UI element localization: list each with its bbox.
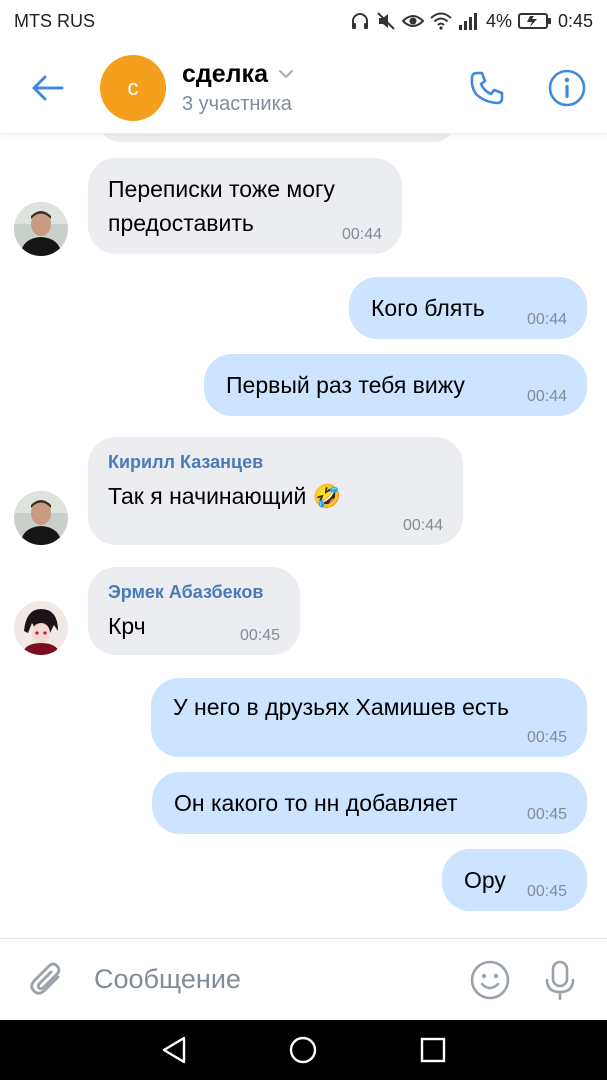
voice-button[interactable] [525, 939, 595, 1021]
message-text: Он какого то нн добавляет [174, 790, 458, 816]
message-text: У него в друзьях Хамишев есть [173, 694, 509, 720]
message-bubble-partial[interactable] [100, 134, 454, 142]
call-button[interactable] [447, 42, 527, 134]
sender-name[interactable]: Кирилл Казанцев [108, 451, 443, 473]
message-text: Первый раз тебя вижу [226, 372, 465, 398]
message-text: предоставить [108, 210, 254, 236]
message-text: Так я начинающий 🤣 [108, 483, 342, 509]
chat-title: сделка [182, 59, 268, 88]
message-bubble[interactable]: Первый раз тебя вижу 00:44 [204, 354, 587, 416]
user-avatar-1[interactable] [14, 202, 68, 256]
message-time: 00:44 [341, 226, 382, 243]
message-bubble[interactable]: Он какого то нн добавляет 00:45 [152, 772, 587, 834]
carrier-label: MTS RUS [14, 10, 95, 31]
message-bubble[interactable]: Кого блять 00:44 [349, 277, 587, 339]
message-time: 00:44 [526, 311, 567, 328]
headphones-icon [351, 13, 368, 29]
message-time: 00:45 [526, 806, 567, 823]
message-input[interactable]: Сообщение [94, 964, 455, 995]
smile-icon [470, 960, 510, 999]
chevron-down-icon [278, 69, 294, 79]
paperclip-icon [30, 962, 61, 995]
battery-icon [517, 13, 551, 29]
message-time: 00:45 [526, 883, 567, 900]
message-time: 00:45 [239, 627, 280, 644]
status-bar: MTS RUS 4% 0:45 [0, 0, 607, 42]
message-time: 00:44 [526, 388, 567, 405]
chat-participants: 3 участника [182, 92, 292, 115]
info-icon [548, 69, 586, 106]
info-button[interactable] [527, 42, 607, 134]
nav-home-icon[interactable] [288, 1035, 318, 1065]
system-nav-bar [0, 1020, 607, 1080]
message-time: 00:44 [402, 517, 443, 534]
user-avatar-ermek[interactable] [14, 601, 68, 655]
message-text: Переписки тоже могу [108, 176, 335, 202]
status-icons: 4% 0:45 [350, 11, 593, 32]
arrow-left-icon [32, 75, 64, 100]
message-bubble[interactable]: Эрмек Абазбеков Крч 00:45 [88, 567, 300, 655]
wifi-icon [430, 12, 452, 30]
message-bubble[interactable]: У него в друзьях Хамишев есть 00:45 [151, 678, 587, 757]
chat-header: с сделка 3 участника [0, 42, 607, 134]
message-composer: Сообщение [0, 938, 607, 1020]
nav-recents-icon[interactable] [419, 1036, 447, 1064]
message-time: 00:45 [526, 729, 567, 746]
message-bubble[interactable]: Кирилл Казанцев Так я начинающий 🤣 00:44 [88, 437, 463, 545]
signal-icon [458, 13, 477, 30]
battery-percent: 4% [485, 10, 512, 31]
microphone-icon [545, 960, 575, 1000]
attach-button[interactable] [0, 939, 94, 1021]
nav-back-icon[interactable] [160, 1035, 188, 1065]
chat-info[interactable]: сделка 3 участника [182, 60, 447, 116]
message-list[interactable]: Переписки тоже могу предоставить 00:44 К… [0, 134, 607, 938]
mute-icon [377, 12, 395, 30]
phone-icon [470, 71, 504, 104]
back-button[interactable] [0, 42, 94, 134]
message-bubble[interactable]: Ору 00:45 [442, 849, 587, 911]
eye-icon [401, 15, 424, 27]
user-avatar-kirill[interactable] [14, 491, 68, 545]
emoji-button[interactable] [455, 939, 525, 1021]
message-bubble[interactable]: Переписки тоже могу предоставить 00:44 [88, 158, 402, 254]
sender-name[interactable]: Эрмек Абазбеков [108, 581, 280, 603]
clock: 0:45 [557, 10, 593, 31]
chat-avatar[interactable]: с [100, 54, 166, 121]
